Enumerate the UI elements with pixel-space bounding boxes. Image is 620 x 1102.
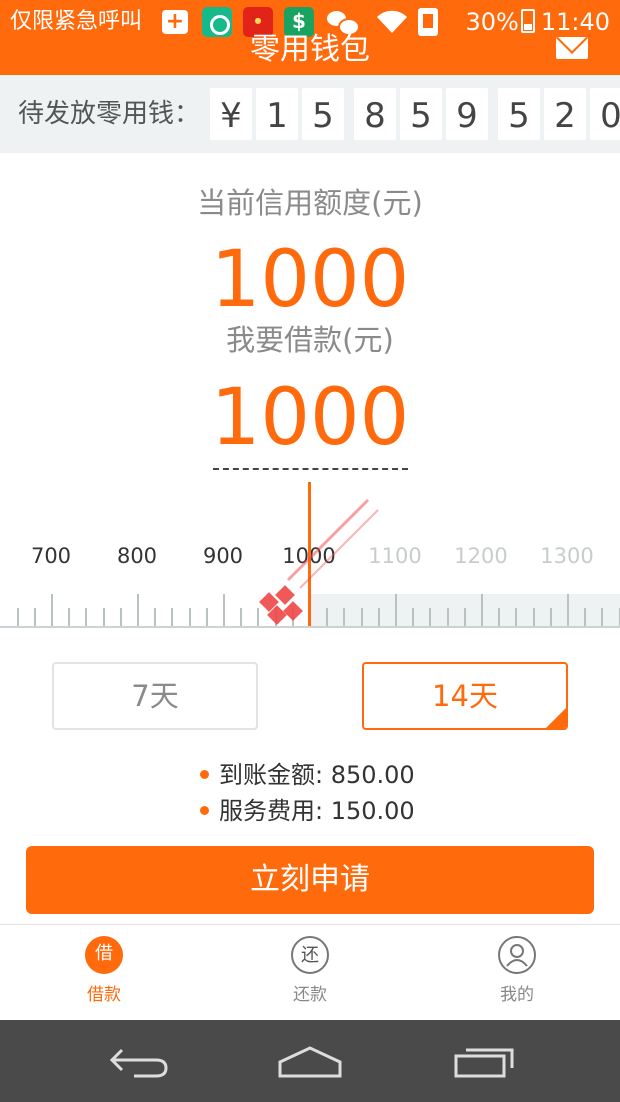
ruler-tick xyxy=(498,608,500,626)
digit-2: 5 xyxy=(302,88,344,140)
digit-6: 5 xyxy=(498,88,540,140)
mail-icon[interactable] xyxy=(556,37,588,59)
tab-borrow-label: 借款 xyxy=(87,985,121,1005)
borrow-amount-label: 我要借款(元) xyxy=(226,323,394,357)
ruler-tick xyxy=(584,608,586,626)
digit-3: 8 xyxy=(354,88,396,140)
digit-4: 5 xyxy=(400,88,442,140)
back-icon[interactable] xyxy=(104,1038,174,1084)
ruler-tick xyxy=(189,608,191,626)
digit-5: 9 xyxy=(446,88,488,140)
ruler-tick xyxy=(223,594,225,626)
ruler-label-700: 700 xyxy=(30,544,72,568)
received-amount-text: 到账金额: 850.00 xyxy=(219,761,415,789)
ruler-tick xyxy=(85,608,87,626)
amount-ruler-slider[interactable]: 7008009001000110012001300 xyxy=(0,480,620,628)
ruler-tick xyxy=(361,608,363,626)
ruler-label-800: 800 xyxy=(116,544,158,568)
duration-14-days-button[interactable]: 14天 xyxy=(362,662,568,730)
digit-7: 2 xyxy=(544,88,586,140)
ruler-tick xyxy=(515,608,517,626)
ruler-tick xyxy=(326,608,328,626)
ruler-tick xyxy=(343,608,345,626)
ruler-tick xyxy=(412,608,414,626)
ruler-tick xyxy=(567,594,569,626)
credit-limit-amount: 1000 xyxy=(210,235,410,325)
system-navigation-bar xyxy=(0,1020,620,1102)
borrow-amount-value: 1000 xyxy=(210,373,410,463)
ruler-pointer[interactable] xyxy=(308,482,311,626)
bullet-dot xyxy=(200,770,209,779)
ruler-tick xyxy=(378,608,380,626)
repay-icon: 还 xyxy=(291,936,329,974)
digit-8: 0 xyxy=(590,88,620,140)
ruler-label-900: 900 xyxy=(202,544,244,568)
ruler-tick xyxy=(68,608,70,626)
ruler-tick xyxy=(17,608,19,626)
ruler-tick xyxy=(447,608,449,626)
ruler-tick xyxy=(34,608,36,626)
page-title: 零用钱包 xyxy=(250,32,370,67)
tab-repay-label: 还款 xyxy=(293,985,327,1005)
bottom-tab-bar: 借 借款 还 还款 我的 xyxy=(0,924,620,1020)
ruler-tick xyxy=(533,608,535,626)
amount-underline xyxy=(213,468,408,470)
ruler-label-1200: 1200 xyxy=(454,544,508,568)
borrow-icon: 借 xyxy=(85,936,123,974)
ruler-tick xyxy=(206,608,208,626)
ruler-tick xyxy=(395,594,397,626)
recent-apps-icon[interactable] xyxy=(450,1038,520,1084)
pending-label: 待发放零用钱： xyxy=(18,99,201,129)
bullet-dot xyxy=(200,806,209,815)
ruler-tick xyxy=(154,608,156,626)
ruler-tick xyxy=(550,608,552,626)
ruler-tick xyxy=(481,594,483,626)
received-amount-row: 到账金额: 850.00 xyxy=(200,759,415,791)
ruler-tick xyxy=(120,608,122,626)
digit-1: 1 xyxy=(256,88,298,140)
app-header: 仅限紧急呼叫 + ● $ 30% 11:40 零用钱包 xyxy=(0,0,620,75)
currency-symbol: ¥ xyxy=(210,88,252,140)
apply-now-button[interactable]: 立刻申请 xyxy=(26,846,594,914)
ruler-tick xyxy=(137,594,139,626)
tab-mine[interactable]: 我的 xyxy=(457,925,577,1021)
service-fee-row: 服务费用: 150.00 xyxy=(200,795,415,827)
ruler-tick xyxy=(257,608,259,626)
service-fee-text: 服务费用: 150.00 xyxy=(219,797,415,825)
ruler-tick xyxy=(464,608,466,626)
duration-7-days-button[interactable]: 7天 xyxy=(52,662,258,730)
user-icon xyxy=(498,936,536,974)
ruler-tick xyxy=(601,608,603,626)
ruler-tick xyxy=(171,608,173,626)
pending-amount-digits: ¥ 1 5 8 5 9 5 2 0 xyxy=(210,88,620,140)
ruler-label-1100: 1100 xyxy=(368,544,422,568)
ruler-tick xyxy=(275,608,277,626)
tab-borrow[interactable]: 借 借款 xyxy=(44,925,164,1021)
tab-mine-label: 我的 xyxy=(500,985,534,1005)
ruler-tick xyxy=(103,608,105,626)
ruler-tick xyxy=(429,608,431,626)
ruler-tick xyxy=(51,594,53,626)
tab-repay[interactable]: 还 还款 xyxy=(250,925,370,1021)
credit-limit-label: 当前信用额度(元) xyxy=(197,186,423,220)
ruler-tick xyxy=(292,608,294,626)
home-icon[interactable] xyxy=(275,1038,345,1084)
ruler-baseline xyxy=(0,626,620,628)
ruler-tick xyxy=(240,608,242,626)
ruler-label-1300: 1300 xyxy=(540,544,594,568)
